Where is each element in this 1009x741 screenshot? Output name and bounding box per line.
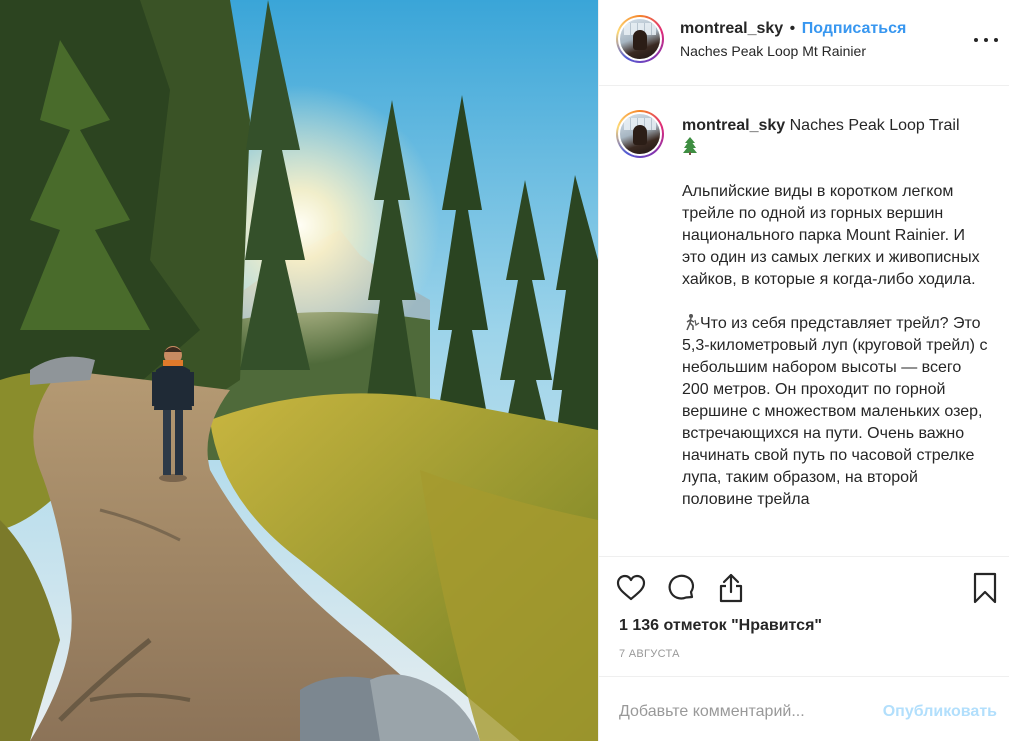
- heart-icon[interactable]: [615, 572, 647, 604]
- post-date[interactable]: 7 АВГУСТА: [619, 648, 680, 660]
- caption-avatar[interactable]: [616, 110, 664, 158]
- separator-dot: •: [789, 20, 796, 37]
- caption-paragraph-2-wrap: Что из себя представляет трейл? Это 5,3-…: [682, 313, 992, 511]
- bookmark-icon[interactable]: [969, 572, 1001, 604]
- caption-avatar-image: [620, 114, 660, 154]
- post-photo[interactable]: [0, 0, 598, 741]
- caption-paragraph-1: Альпийские виды в коротком легком трейле…: [682, 183, 980, 288]
- likes-count[interactable]: 1 136 отметок "Нравится": [619, 617, 822, 635]
- comment-input[interactable]: [619, 700, 869, 724]
- share-icon[interactable]: [715, 572, 747, 604]
- more-options-icon[interactable]: [974, 30, 998, 50]
- comment-bar: Опубликовать: [599, 676, 1009, 741]
- avatar[interactable]: [616, 15, 664, 63]
- post-details-panel: montreal_sky • Подписаться Naches Peak L…: [598, 0, 1009, 741]
- caption-username[interactable]: montreal_sky: [682, 117, 785, 134]
- caption-first-line: Naches Peak Loop Trail: [789, 117, 960, 134]
- caption-area: montreal_sky Naches Peak Loop Trail Альп…: [599, 87, 1009, 555]
- forest-trail-photo: [0, 0, 598, 741]
- publish-button[interactable]: Опубликовать: [883, 703, 997, 721]
- tree-emoji-icon: [683, 137, 697, 155]
- post-header: montreal_sky • Подписаться Naches Peak L…: [599, 0, 1009, 86]
- comment-icon[interactable]: [665, 572, 697, 604]
- caption-paragraph-2: Что из себя представляет трейл? Это 5,3-…: [682, 315, 988, 508]
- location-link[interactable]: Naches Peak Loop Mt Rainier: [680, 43, 906, 59]
- action-bar: [599, 556, 1009, 606]
- avatar-image: [620, 19, 660, 59]
- follow-button[interactable]: Подписаться: [802, 20, 907, 37]
- caption-text: montreal_sky Naches Peak Loop Trail Альп…: [682, 115, 992, 511]
- header-username[interactable]: montreal_sky: [680, 20, 783, 37]
- hiker-emoji-icon: [686, 314, 700, 331]
